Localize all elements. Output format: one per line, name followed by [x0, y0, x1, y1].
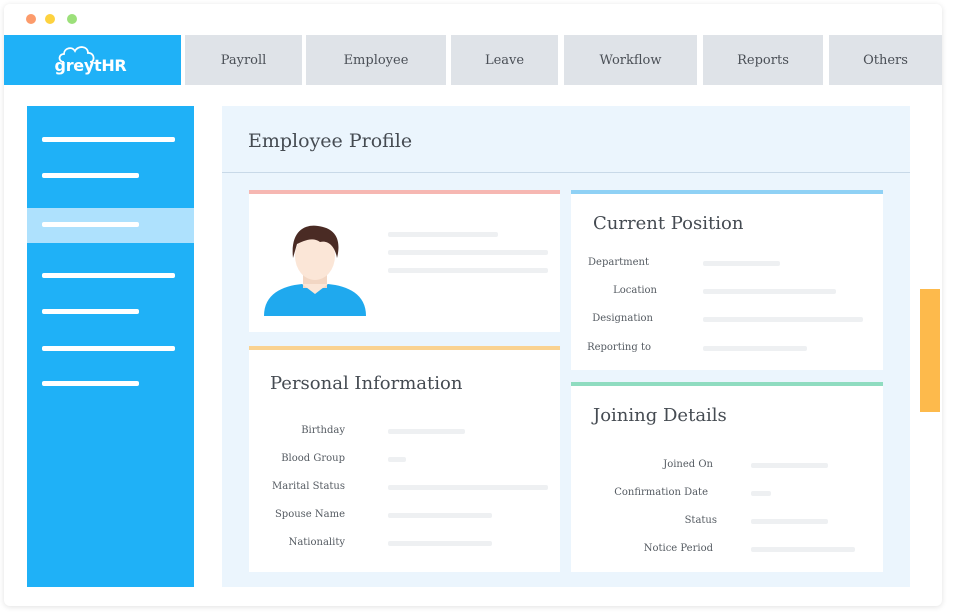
logo-text: greytHR — [54, 55, 127, 75]
field-label-joined-on: Joined On — [663, 459, 713, 470]
minimize-dot[interactable] — [45, 14, 55, 24]
field-label-notice-period: Notice Period — [643, 543, 713, 554]
sidebar-item[interactable] — [42, 381, 139, 386]
maximize-dot[interactable] — [67, 14, 77, 24]
field-label-blood-group: Blood Group — [281, 453, 345, 464]
field-label-confirmation-date: Confirmation Date — [614, 487, 708, 498]
sidebar-item[interactable] — [42, 173, 139, 178]
tab-payroll[interactable]: Payroll — [185, 35, 302, 85]
sidebar-item[interactable] — [42, 273, 175, 278]
field-value-spouse-name — [388, 513, 492, 518]
field-value-department — [703, 261, 780, 266]
field-value-confirmation-date — [751, 491, 771, 496]
tab-workflow[interactable]: Workflow — [564, 35, 697, 85]
field-label-status: Status — [684, 515, 717, 526]
field-value-designation — [703, 317, 863, 322]
sidebar-item[interactable] — [42, 137, 175, 142]
field-value-location — [703, 289, 836, 294]
sidebar-item-active[interactable] — [42, 222, 139, 227]
sidebar — [27, 106, 194, 587]
page-title: Employee Profile — [248, 130, 413, 152]
app-window: greytHR Payroll Employee Leave Workflow … — [4, 4, 942, 606]
tab-leave[interactable]: Leave — [451, 35, 558, 85]
field-label-designation: Designation — [592, 313, 653, 324]
close-dot[interactable] — [26, 14, 36, 24]
field-label-marital-status: Marital Status — [272, 481, 345, 492]
field-value-notice-period — [751, 547, 855, 552]
profile-card — [249, 190, 560, 332]
top-navbar: greytHR Payroll Employee Leave Workflow … — [4, 35, 942, 85]
side-scroll-tab[interactable] — [920, 289, 940, 412]
field-value-marital-status — [388, 485, 548, 490]
joining-details-card: Joining Details Joined On Confirmation D… — [571, 382, 883, 572]
current-position-card: Current Position Department Location Des… — [571, 190, 883, 370]
personal-information-card: Personal Information Birthday Blood Grou… — [249, 346, 560, 572]
profile-name-placeholder — [388, 232, 498, 237]
greythr-logo[interactable]: greytHR — [4, 35, 181, 85]
field-label-department: Department — [588, 257, 649, 268]
field-label-nationality: Nationality — [288, 537, 345, 548]
sidebar-item[interactable] — [42, 309, 139, 314]
field-label-spouse-name: Spouse Name — [274, 509, 345, 520]
main-panel: Employee Profile Personal Information Bi… — [222, 106, 910, 587]
field-value-reporting-to — [703, 346, 807, 351]
tab-others[interactable]: Others — [829, 35, 942, 85]
title-divider — [222, 172, 910, 173]
tab-reports[interactable]: Reports — [703, 35, 823, 85]
field-value-status — [751, 519, 828, 524]
sidebar-item[interactable] — [42, 346, 175, 351]
field-label-reporting-to: Reporting to — [587, 342, 651, 353]
field-value-nationality — [388, 541, 492, 546]
tab-employee[interactable]: Employee — [306, 35, 446, 85]
profile-line-placeholder — [388, 268, 548, 273]
field-value-joined-on — [751, 463, 828, 468]
joining-details-title: Joining Details — [593, 405, 727, 426]
field-value-birthday — [388, 429, 465, 434]
profile-line-placeholder — [388, 250, 548, 255]
window-titlebar — [4, 4, 942, 34]
field-label-location: Location — [613, 285, 657, 296]
field-value-blood-group — [388, 457, 406, 462]
personal-information-title: Personal Information — [270, 373, 463, 394]
user-avatar-icon — [264, 225, 366, 316]
current-position-title: Current Position — [593, 213, 744, 234]
field-label-birthday: Birthday — [301, 425, 345, 436]
